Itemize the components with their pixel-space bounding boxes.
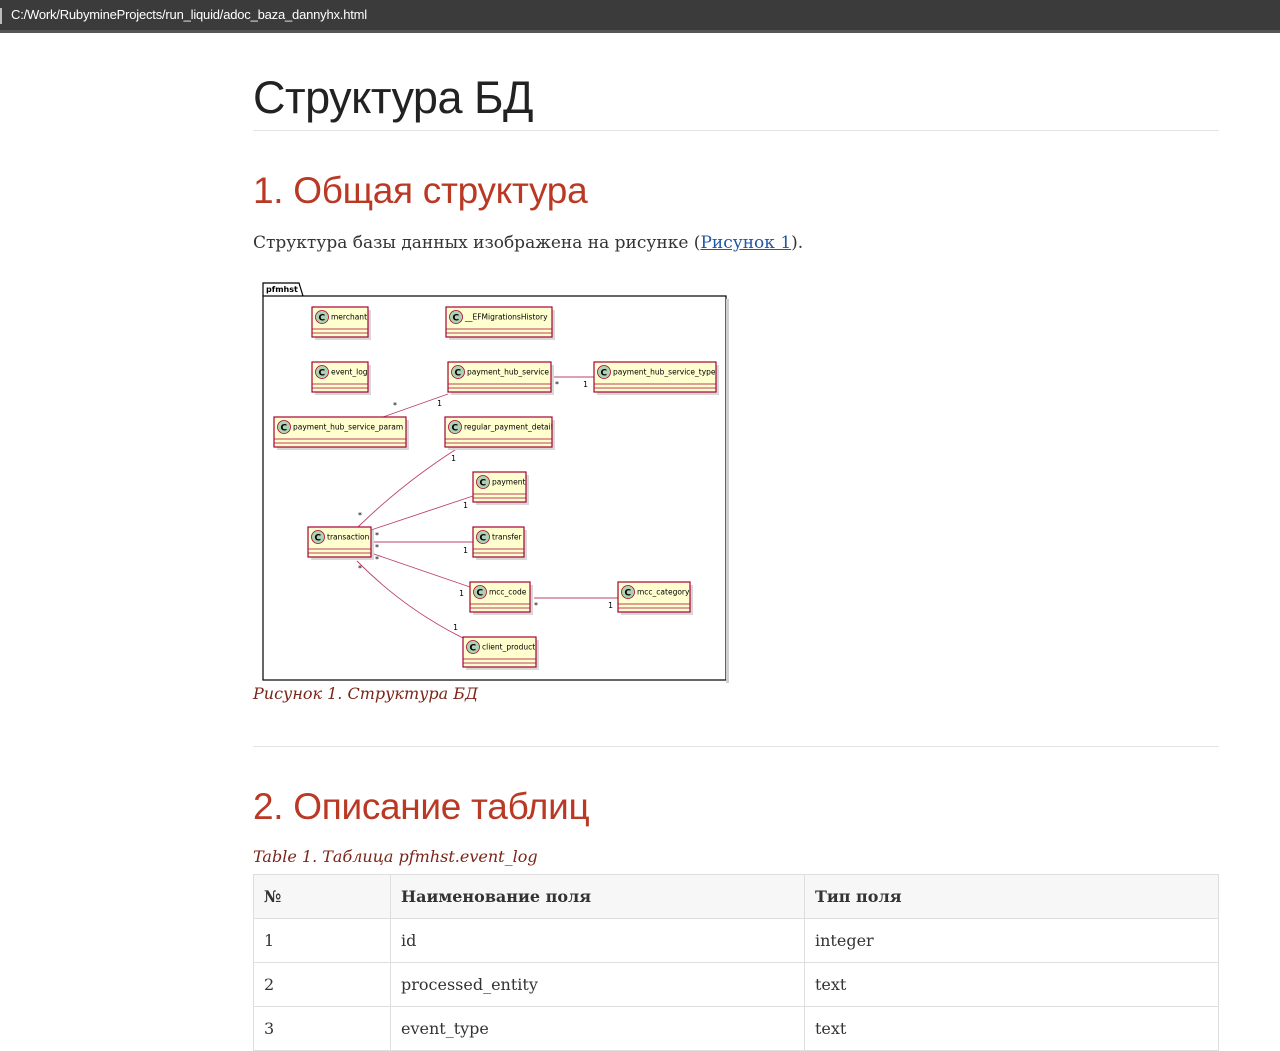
svg-text:C: C (319, 314, 326, 324)
svg-text:merchant: merchant (331, 313, 367, 322)
class-mcc-category[interactable]: C mcc_category (617, 581, 693, 615)
cell-field-name: id (390, 918, 805, 963)
section-divider (253, 746, 1219, 747)
package-frame-shadow (726, 299, 729, 683)
svg-text:C: C (281, 424, 288, 434)
mult-one: 1 (459, 589, 464, 598)
class-event-log[interactable]: C event_log (311, 361, 371, 395)
svg-text:C: C (319, 369, 326, 379)
cell-number: 1 (253, 918, 391, 963)
svg-text:C: C (601, 369, 608, 379)
section-heading-general: 1. Общая структура (253, 170, 588, 211)
svg-text:payment_hub_service: payment_hub_service (467, 368, 549, 377)
class-mcc-code[interactable]: C mcc_code (469, 581, 533, 615)
mult-one: 1 (451, 454, 456, 463)
cell-field-type: integer (804, 918, 1219, 963)
class-payment[interactable]: C payment (472, 471, 529, 505)
cell-number: 3 (253, 1006, 391, 1051)
mult-many: * (358, 564, 362, 573)
class-payment-hub-service-param[interactable]: C payment_hub_service_param (273, 416, 409, 450)
svg-text:transfer: transfer (492, 533, 523, 542)
class-transfer[interactable]: C transfer (472, 526, 527, 560)
mult-one: 1 (463, 546, 468, 555)
mult-many: * (534, 601, 538, 610)
file-path[interactable]: C:/Work/RubymineProjects/run_liquid/adoc… (11, 7, 367, 22)
table-row: 3 event_type text (253, 1006, 1219, 1051)
svg-text:event_log: event_log (331, 368, 368, 377)
title-divider (253, 130, 1219, 131)
svg-text:regular_payment_detail: regular_payment_detail (464, 423, 553, 432)
db-structure-diagram: pfmhst * 1 * 1 * 1 * 1 * 1 * 1 * 1 * 1 C… (262, 282, 729, 683)
svg-text:C: C (625, 589, 632, 599)
cell-field-name: processed_entity (390, 962, 805, 1007)
mult-many: * (393, 401, 397, 410)
svg-text:C: C (477, 589, 484, 599)
mult-one: 1 (453, 623, 458, 632)
class-client-product[interactable]: C client_product (462, 636, 539, 670)
page-title: Структура БД (253, 72, 534, 123)
section-heading-tables: 2. Описание таблиц (253, 786, 590, 827)
path-bar: C:/Work/RubymineProjects/run_liquid/adoc… (0, 0, 1280, 33)
svg-text:payment_hub_service_type: payment_hub_service_type (613, 368, 716, 377)
cell-number: 2 (253, 962, 391, 1007)
column-header-field-name: Наименование поля (390, 874, 805, 919)
svg-text:client_product: client_product (482, 643, 535, 652)
intro-text-end: ). (791, 233, 804, 253)
svg-text:C: C (452, 424, 459, 434)
mult-one: 1 (463, 501, 468, 510)
cell-field-name: event_type (390, 1006, 805, 1051)
svg-text:mcc_code: mcc_code (489, 588, 527, 597)
figure-caption: Рисунок 1. Структура БД (253, 684, 479, 703)
cell-field-type: text (804, 962, 1219, 1007)
section-intro-paragraph: Структура базы данных изображена на рису… (253, 233, 803, 253)
table-header-row: № Наименование поля Тип поля (253, 874, 1219, 919)
class-payment-hub-service[interactable]: C payment_hub_service (447, 361, 554, 395)
svg-text:payment: payment (492, 478, 525, 487)
svg-text:C: C (453, 314, 460, 324)
cell-field-type: text (804, 1006, 1219, 1051)
svg-text:C: C (480, 479, 487, 489)
mult-many: * (375, 543, 379, 552)
svg-text:C: C (480, 534, 487, 544)
svg-text:__EFMigrationsHistory: __EFMigrationsHistory (464, 313, 548, 322)
svg-text:C: C (455, 369, 462, 379)
mult-one: 1 (437, 399, 442, 408)
table-row: 2 processed_entity text (253, 962, 1219, 1007)
class-regular-payment-detail[interactable]: C regular_payment_detail (444, 416, 555, 450)
class-transaction[interactable]: C transaction (307, 526, 374, 560)
figure-link[interactable]: Рисунок 1 (700, 233, 791, 253)
svg-text:payment_hub_service_param: payment_hub_service_param (293, 423, 403, 432)
class-ef-migrations-history[interactable]: C __EFMigrationsHistory (445, 306, 555, 340)
svg-text:C: C (470, 644, 477, 654)
intro-text: Структура базы данных изображена на рису… (253, 233, 701, 253)
svg-text:mcc_category: mcc_category (637, 588, 690, 597)
mult-one: 1 (583, 380, 588, 389)
event-log-table: № Наименование поля Тип поля 1 id intege… (253, 874, 1219, 1051)
mult-many: * (555, 380, 559, 389)
mult-many: * (375, 555, 379, 564)
table-row: 1 id integer (253, 918, 1219, 963)
path-bar-edge (0, 8, 2, 24)
package-label: pfmhst (266, 285, 298, 294)
mult-one: 1 (608, 601, 613, 610)
mult-many: * (358, 511, 362, 520)
table-caption: Table 1. Таблица pfmhst.event_log (253, 847, 538, 866)
class-payment-hub-service-type[interactable]: C payment_hub_service_type (593, 361, 719, 395)
mult-many: * (375, 531, 379, 540)
class-merchant[interactable]: C merchant (311, 306, 371, 340)
svg-text:C: C (315, 534, 322, 544)
column-header-number: № (253, 874, 391, 919)
svg-text:transaction: transaction (327, 533, 370, 542)
column-header-field-type: Тип поля (804, 874, 1219, 919)
